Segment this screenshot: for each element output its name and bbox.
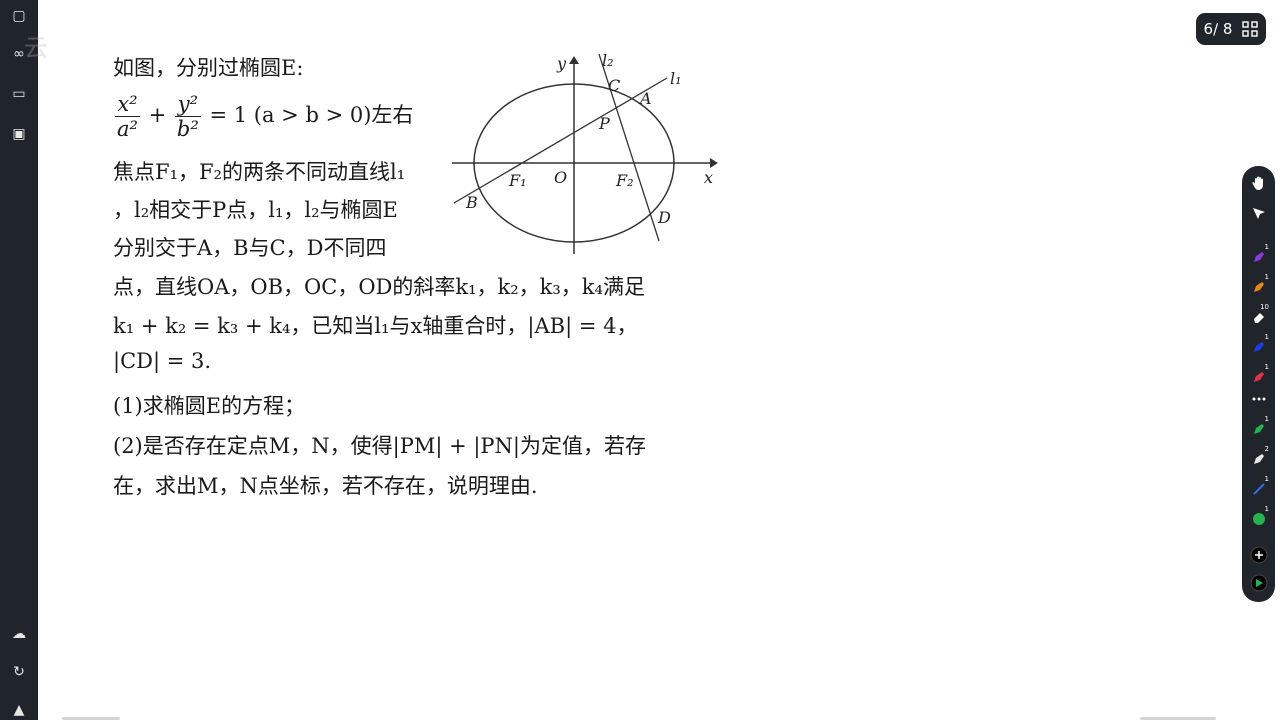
pointer-icon[interactable] (1248, 202, 1269, 223)
hand-icon[interactable] (1248, 172, 1269, 193)
keyboard-icon[interactable]: ▭ (9, 84, 29, 104)
watermark: 云 (24, 34, 50, 62)
blue-pen-icon[interactable]: 1 (1248, 333, 1270, 357)
problem-line: k₁ + k₂ = k₃ + k₄，已知当l₁与x轴重合时，|AB| = 4， (113, 314, 638, 338)
ellipse-diagram: y x O F₁ F₂ A B C D P l₁ l₂ (452, 51, 718, 254)
green-circle-icon[interactable]: 1 (1248, 505, 1270, 529)
problem-line: 分别交于A，B与C，D不同四 (113, 236, 387, 260)
label-l2: l₂ (602, 51, 614, 70)
grid-icon[interactable] (1242, 21, 1259, 37)
line-tool-icon[interactable]: 1 (1248, 475, 1270, 499)
fraction: y² b² (174, 92, 201, 141)
eraser-icon[interactable]: 10 (1248, 303, 1270, 327)
red-pen-icon[interactable]: 1 (1248, 363, 1270, 387)
label-D: D (657, 208, 671, 227)
page-indicator[interactable]: 6/ 8 (1196, 13, 1266, 45)
purple-pen-icon[interactable]: 1 (1248, 243, 1270, 267)
question-2: (2)是否存在定点M，N，使得|PM| + |PN|为定值，若存 (113, 434, 647, 458)
problem-line: 点，直线OA，OB，OC，OD的斜率k₁，k₂，k₃，k₄满足 (113, 275, 645, 299)
question-2-cont: 在，求出M，N点坐标，若不存在，说明理由. (113, 474, 538, 498)
problem-line: ，l₂相交于P点，l₁，l₂与椭圆E (113, 198, 398, 222)
save-icon[interactable]: ▣ (9, 124, 29, 144)
problem-line: 焦点F₁，F₂的两条不同动直线l₁ (113, 160, 406, 184)
orange-pen-icon[interactable]: 1 (1248, 273, 1270, 297)
label-C: C (608, 76, 620, 95)
label-O: O (554, 168, 567, 187)
label-F2: F₂ (615, 171, 634, 190)
drawing-toolbar: 1 1 10 1 1 1 2 1 1 (1242, 166, 1275, 602)
ellipse-equation: x² a² + y² b² = 1 (a > b > 0)左右 (115, 92, 414, 141)
y-axis-arrow (569, 56, 579, 64)
label-B: B (465, 193, 478, 212)
sync-icon[interactable]: ↻ (9, 662, 29, 682)
fraction: x² a² (115, 92, 140, 141)
x-axis-arrow (710, 158, 718, 168)
add-icon[interactable] (1248, 544, 1269, 565)
label-A: A (638, 89, 652, 108)
problem-line: 如图，分别过椭圆E: (113, 56, 304, 80)
label-F1: F₁ (508, 171, 527, 190)
label-y: y (556, 54, 567, 73)
white-pen-icon[interactable]: 2 (1248, 445, 1270, 469)
page-counter: 6/ 8 (1203, 20, 1233, 38)
graduate-icon[interactable]: ▲ (9, 700, 29, 720)
forward-icon[interactable] (1248, 572, 1269, 593)
left-sidebar: ▢ ∞ ▭ ▣ ☁ ↻ ▲ (0, 0, 38, 720)
label-l1: l₁ (670, 69, 682, 88)
question-1: (1)求椭圆E的方程； (113, 394, 306, 418)
pages-icon[interactable]: ▢ (9, 6, 29, 26)
label-x: x (704, 168, 713, 187)
more-icon[interactable] (1248, 388, 1269, 409)
cloud-icon[interactable]: ☁ (9, 624, 29, 644)
label-P: P (598, 114, 610, 133)
problem-line: |CD| = 3. (113, 349, 212, 373)
green-pen-icon[interactable]: 1 (1248, 415, 1270, 439)
